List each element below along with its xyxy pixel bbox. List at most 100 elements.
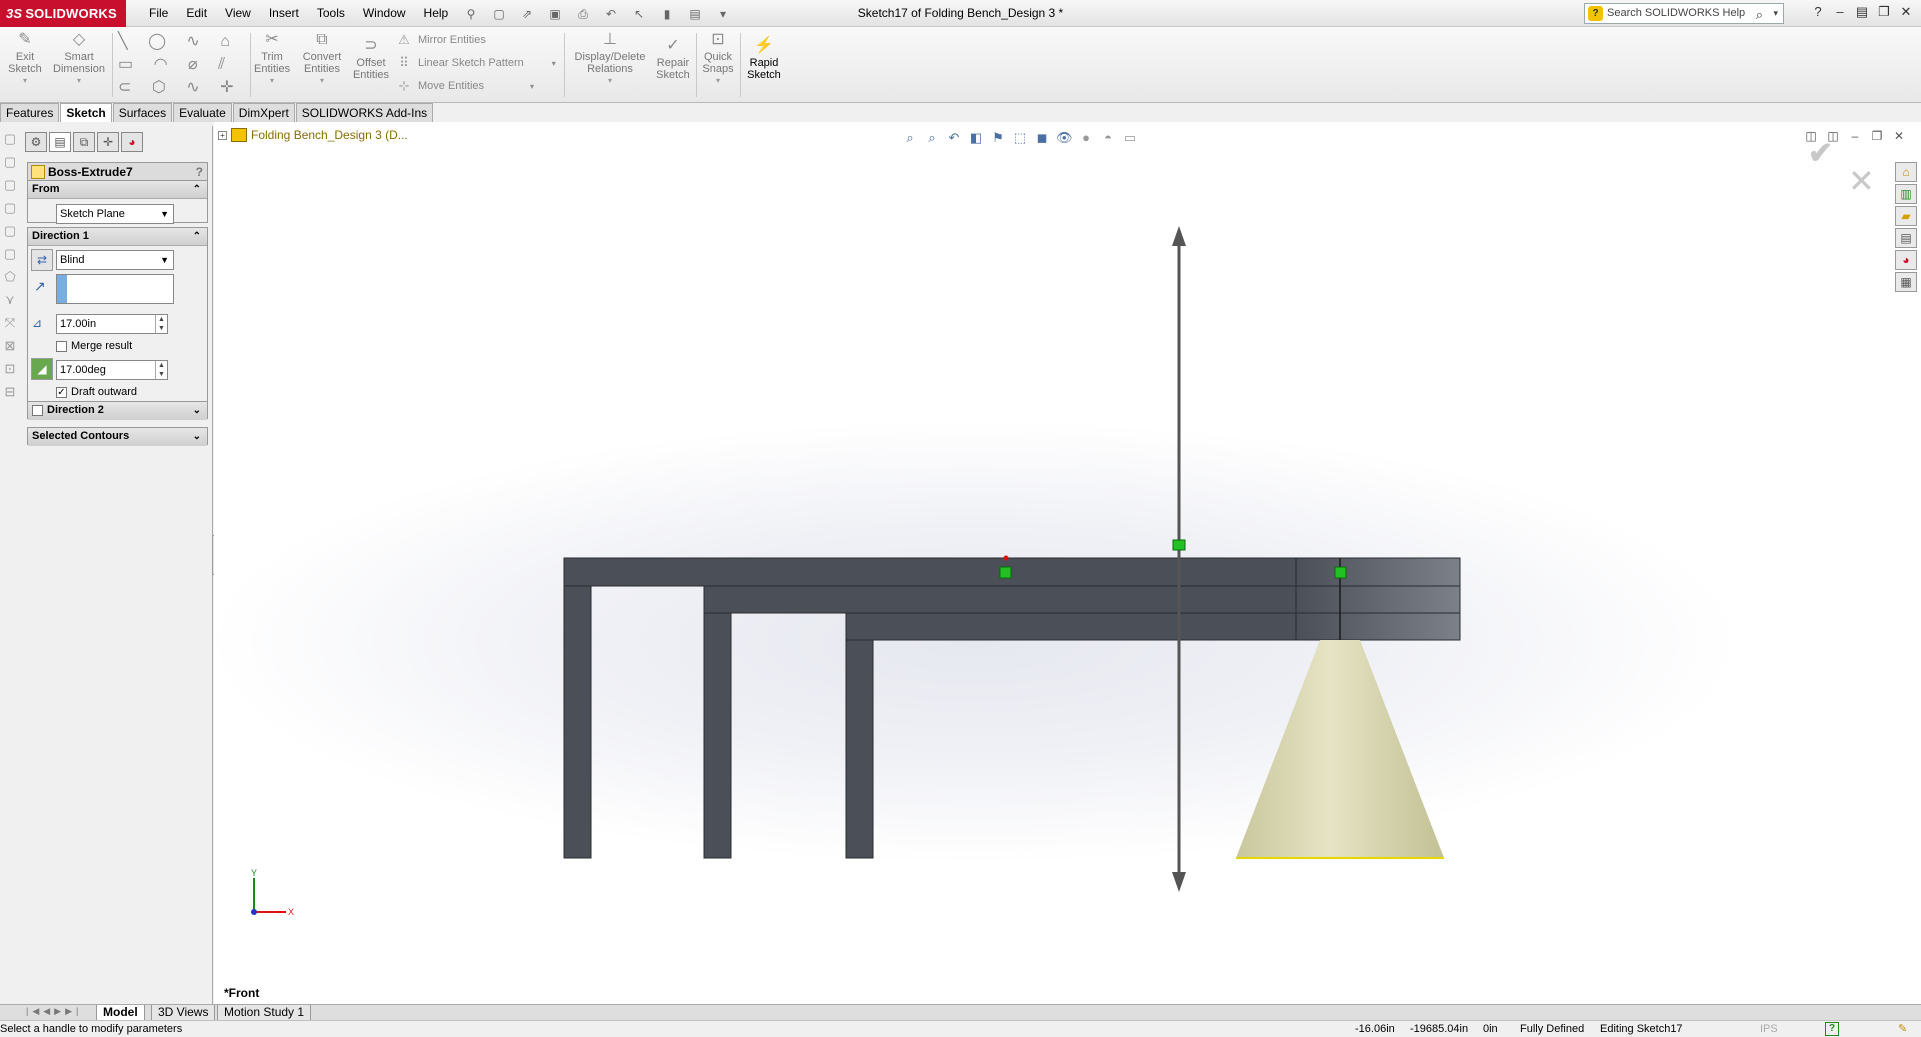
mirror-entities-button[interactable]: ⚠ Mirror Entities	[396, 33, 486, 47]
direction1-group-header[interactable]: Direction 1 ⌃	[28, 228, 207, 246]
move-entities-button[interactable]: ⊹ Move Entities ▾	[396, 79, 535, 93]
viewport-minimize-icon[interactable]: –	[1847, 128, 1863, 144]
tab-dimxpert[interactable]: DimXpert	[232, 103, 295, 122]
from-dropdown[interactable]: Sketch Plane ▼	[56, 204, 174, 224]
rebuild-status-icon[interactable]: ✎	[1898, 1021, 1907, 1037]
direction-selection-box[interactable]	[56, 274, 174, 304]
draft-on-off-icon[interactable]: ◢	[31, 358, 53, 380]
new-document-icon[interactable]: ▢	[488, 4, 510, 22]
expand-tree-icon[interactable]: +	[218, 130, 227, 140]
select-icon[interactable]: ↖	[628, 4, 650, 22]
arrow-head-up-icon[interactable]	[1172, 226, 1186, 246]
undo-icon[interactable]: ↶	[600, 4, 622, 22]
dynamic-annotation-icon[interactable]: ⚑	[990, 130, 1006, 146]
selected-contours-header[interactable]: Selected Contours ⌄	[28, 428, 207, 446]
sketch-tools-row-2[interactable]: ▭ ◠ ⌀ ⫽	[118, 54, 233, 74]
options-icon[interactable]: ▾	[712, 4, 734, 22]
bench-leg-1[interactable]	[563, 585, 592, 859]
strip-tool-icon[interactable]: ▢	[2, 223, 18, 239]
bench-leg-2[interactable]	[703, 612, 732, 859]
file-properties-icon[interactable]: ▤	[684, 4, 706, 22]
tab-sketch[interactable]: Sketch	[60, 103, 112, 122]
zoom-to-fit-icon[interactable]: ⌕	[902, 130, 918, 146]
open-icon[interactable]: ⇗	[516, 4, 538, 22]
viewport-close-icon[interactable]: ✕	[1891, 128, 1907, 144]
strip-tool-icon[interactable]: ⊟	[2, 384, 18, 400]
tab-features[interactable]: Features	[0, 103, 60, 122]
arrow-head-down-icon[interactable]	[1172, 872, 1186, 892]
confirmation-corner-ok-icon[interactable]: ✔	[1808, 136, 1833, 171]
expand-icon[interactable]: ⌄	[193, 402, 201, 419]
save-icon[interactable]: ▣	[544, 4, 566, 22]
feature-manager-tab-icon[interactable]: ⚙	[25, 132, 47, 152]
quick-snaps-button[interactable]: ⊡ Quick Snaps ▾	[700, 31, 736, 87]
relation-marker-icon[interactable]	[999, 566, 1012, 579]
draft-outward-checkbox[interactable]: ✓ Draft outward	[56, 386, 137, 398]
help-icon[interactable]: ?	[196, 163, 203, 181]
collapse-icon[interactable]: ⌃	[193, 181, 201, 198]
tab-solidworks-add-ins[interactable]: SOLIDWORKS Add-Ins	[295, 103, 434, 122]
exit-sketch-button[interactable]: ✎ Exit Sketch ▾	[8, 31, 42, 87]
minimize-button[interactable]: –	[1831, 3, 1849, 21]
strip-tool-icon[interactable]: ⊡	[2, 361, 18, 377]
strip-tool-icon[interactable]: ▢	[2, 246, 18, 262]
direction2-group-header[interactable]: Direction 2 ⌄	[28, 402, 207, 420]
repair-sketch-button[interactable]: ✓ Repair Sketch	[654, 37, 692, 81]
file-explorer-icon[interactable]: ▰	[1895, 206, 1917, 226]
merge-result-box[interactable]	[56, 340, 67, 352]
convert-entities-button[interactable]: ⧉ Convert Entities ▾	[300, 31, 344, 87]
menu-file[interactable]: File	[140, 0, 177, 27]
display-delete-relations-button[interactable]: ⊥ Display/Delete Relations ▾	[570, 31, 650, 87]
strip-tool-icon[interactable]: ▢	[2, 131, 18, 147]
tile-button[interactable]: ▤	[1853, 3, 1871, 21]
tab-motion-study-1[interactable]: Motion Study 1	[217, 1005, 312, 1021]
relation-marker-icon[interactable]	[1334, 566, 1347, 579]
strip-tool-icon[interactable]: ▢	[2, 200, 18, 216]
draft-outward-box[interactable]: ✓	[56, 386, 67, 398]
display-style-icon[interactable]: ◼	[1034, 130, 1050, 146]
strip-tool-icon[interactable]: ⤧	[2, 315, 18, 331]
from-group-header[interactable]: From ⌃	[28, 181, 207, 199]
expand-icon[interactable]: ⌄	[193, 428, 201, 445]
edit-appearance-icon[interactable]: ●	[1078, 130, 1094, 146]
bench-leg-3[interactable]	[845, 639, 874, 859]
display-manager-tab-icon[interactable]: ◕	[121, 132, 143, 152]
menu-insert[interactable]: Insert	[260, 0, 308, 27]
menu-tools[interactable]: Tools	[308, 0, 354, 27]
confirmation-corner-cancel-icon[interactable]: ✕	[1848, 162, 1875, 200]
zoom-to-area-icon[interactable]: ⌕	[924, 130, 940, 146]
spin-arrows-icon[interactable]: ▲ ▼	[155, 361, 167, 379]
hide-show-items-icon[interactable]: 👁	[1056, 130, 1073, 146]
section-view-icon[interactable]: ◧	[968, 130, 984, 146]
dropdown-caret-icon[interactable]: ▾	[552, 59, 556, 68]
view-palette-icon[interactable]: ▤	[1895, 228, 1917, 248]
print-icon[interactable]: ⎙	[572, 4, 594, 22]
pin-icon[interactable]: ⚲	[460, 4, 482, 22]
solidworks-resources-icon[interactable]: ⌂	[1895, 162, 1917, 182]
configuration-manager-tab-icon[interactable]: ⧉	[73, 132, 95, 152]
spin-arrows-icon[interactable]: ▲ ▼	[155, 315, 167, 333]
drag-handle[interactable]	[1172, 539, 1186, 551]
menu-view[interactable]: View	[216, 0, 260, 27]
draft-angle-field[interactable]: 17.00deg ▲ ▼	[56, 360, 168, 380]
collapse-icon[interactable]: ⌃	[193, 228, 201, 245]
merge-result-checkbox[interactable]: Merge result	[56, 340, 132, 352]
rebuild-icon[interactable]: ▮	[656, 4, 678, 22]
help-menu-icon[interactable]: ?	[1809, 3, 1827, 21]
strip-tool-icon[interactable]: ▢	[2, 154, 18, 170]
design-library-icon[interactable]: ▥	[1895, 184, 1917, 204]
custom-properties-icon[interactable]: ▦	[1895, 272, 1917, 292]
tab-3d-views[interactable]: 3D Views	[151, 1005, 216, 1021]
reverse-direction-icon[interactable]: ⇄	[31, 249, 53, 271]
solidworks-logo[interactable]: 3S SOLIDWORKS	[0, 0, 126, 27]
menu-edit[interactable]: Edit	[177, 0, 216, 27]
tab-surfaces[interactable]: Surfaces	[112, 103, 173, 122]
graphics-viewport[interactable]: Y X + Folding Bench_Design 3 (D... ⌕ ⌕ ↶…	[214, 122, 1921, 1004]
search-help-input[interactable]: ? Search SOLIDWORKS Help ⌕ ▾	[1584, 3, 1784, 24]
previous-view-icon[interactable]: ↶	[946, 130, 962, 146]
sketch-tools-row-1[interactable]: ╲ ◯ ∿ ⌂	[118, 31, 238, 51]
menu-window[interactable]: Window	[354, 0, 415, 27]
menu-help[interactable]: Help	[415, 0, 458, 27]
rapid-sketch-button[interactable]: ⚡ Rapid Sketch	[744, 37, 784, 81]
magnifier-icon[interactable]: ⌕	[1756, 5, 1763, 24]
